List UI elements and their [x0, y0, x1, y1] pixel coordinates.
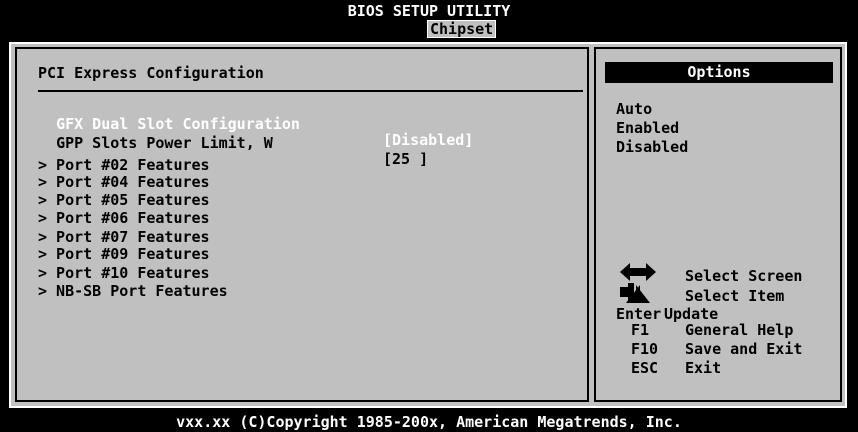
submenu-port-10[interactable]: > Port #10 Features: [38, 265, 210, 281]
option-auto[interactable]: Auto: [616, 101, 652, 117]
help-update: Update: [664, 305, 719, 323]
navigation-arrows-icon: [620, 263, 656, 303]
help-enter-key: Enter: [616, 305, 662, 323]
submenu-port-02[interactable]: > Port #02 Features: [38, 157, 210, 173]
submenu-port-07[interactable]: > Port #07 Features: [38, 229, 210, 245]
section-title: PCI Express Configuration: [38, 64, 264, 82]
submenu-port-04[interactable]: > Port #04 Features: [38, 174, 210, 190]
help-f1-key: F1: [631, 321, 650, 339]
help-f10-key: F10: [631, 340, 659, 358]
copyright-footer: vxx.xx (C)Copyright 1985-200x, American …: [176, 413, 682, 431]
setting-value[interactable]: [25 ]: [383, 151, 428, 167]
submenu-nb-sb-port[interactable]: > NB-SB Port Features: [38, 283, 228, 299]
options-header: Options: [605, 62, 833, 83]
option-enabled[interactable]: Enabled: [616, 120, 679, 136]
help-select-screen: Select Screen: [685, 267, 803, 285]
title-divider: [38, 90, 583, 92]
bios-title: BIOS SETUP UTILITY: [347, 2, 511, 20]
help-esc-key: ESC: [631, 359, 659, 377]
setting-value[interactable]: [Disabled]: [383, 132, 473, 148]
tab-chipset[interactable]: Chipset: [427, 20, 497, 38]
submenu-port-05[interactable]: > Port #05 Features: [38, 192, 210, 208]
setting-label: GPP Slots Power Limit, W: [56, 134, 273, 152]
help-general-help: General Help: [685, 321, 794, 339]
submenu-port-09[interactable]: > Port #09 Features: [38, 246, 210, 262]
help-save-exit: Save and Exit: [685, 340, 803, 358]
submenu-port-06[interactable]: > Port #06 Features: [38, 210, 210, 226]
help-select-item: Select Item: [685, 287, 785, 305]
option-disabled[interactable]: Disabled: [616, 139, 688, 155]
help-exit: Exit: [685, 359, 722, 377]
